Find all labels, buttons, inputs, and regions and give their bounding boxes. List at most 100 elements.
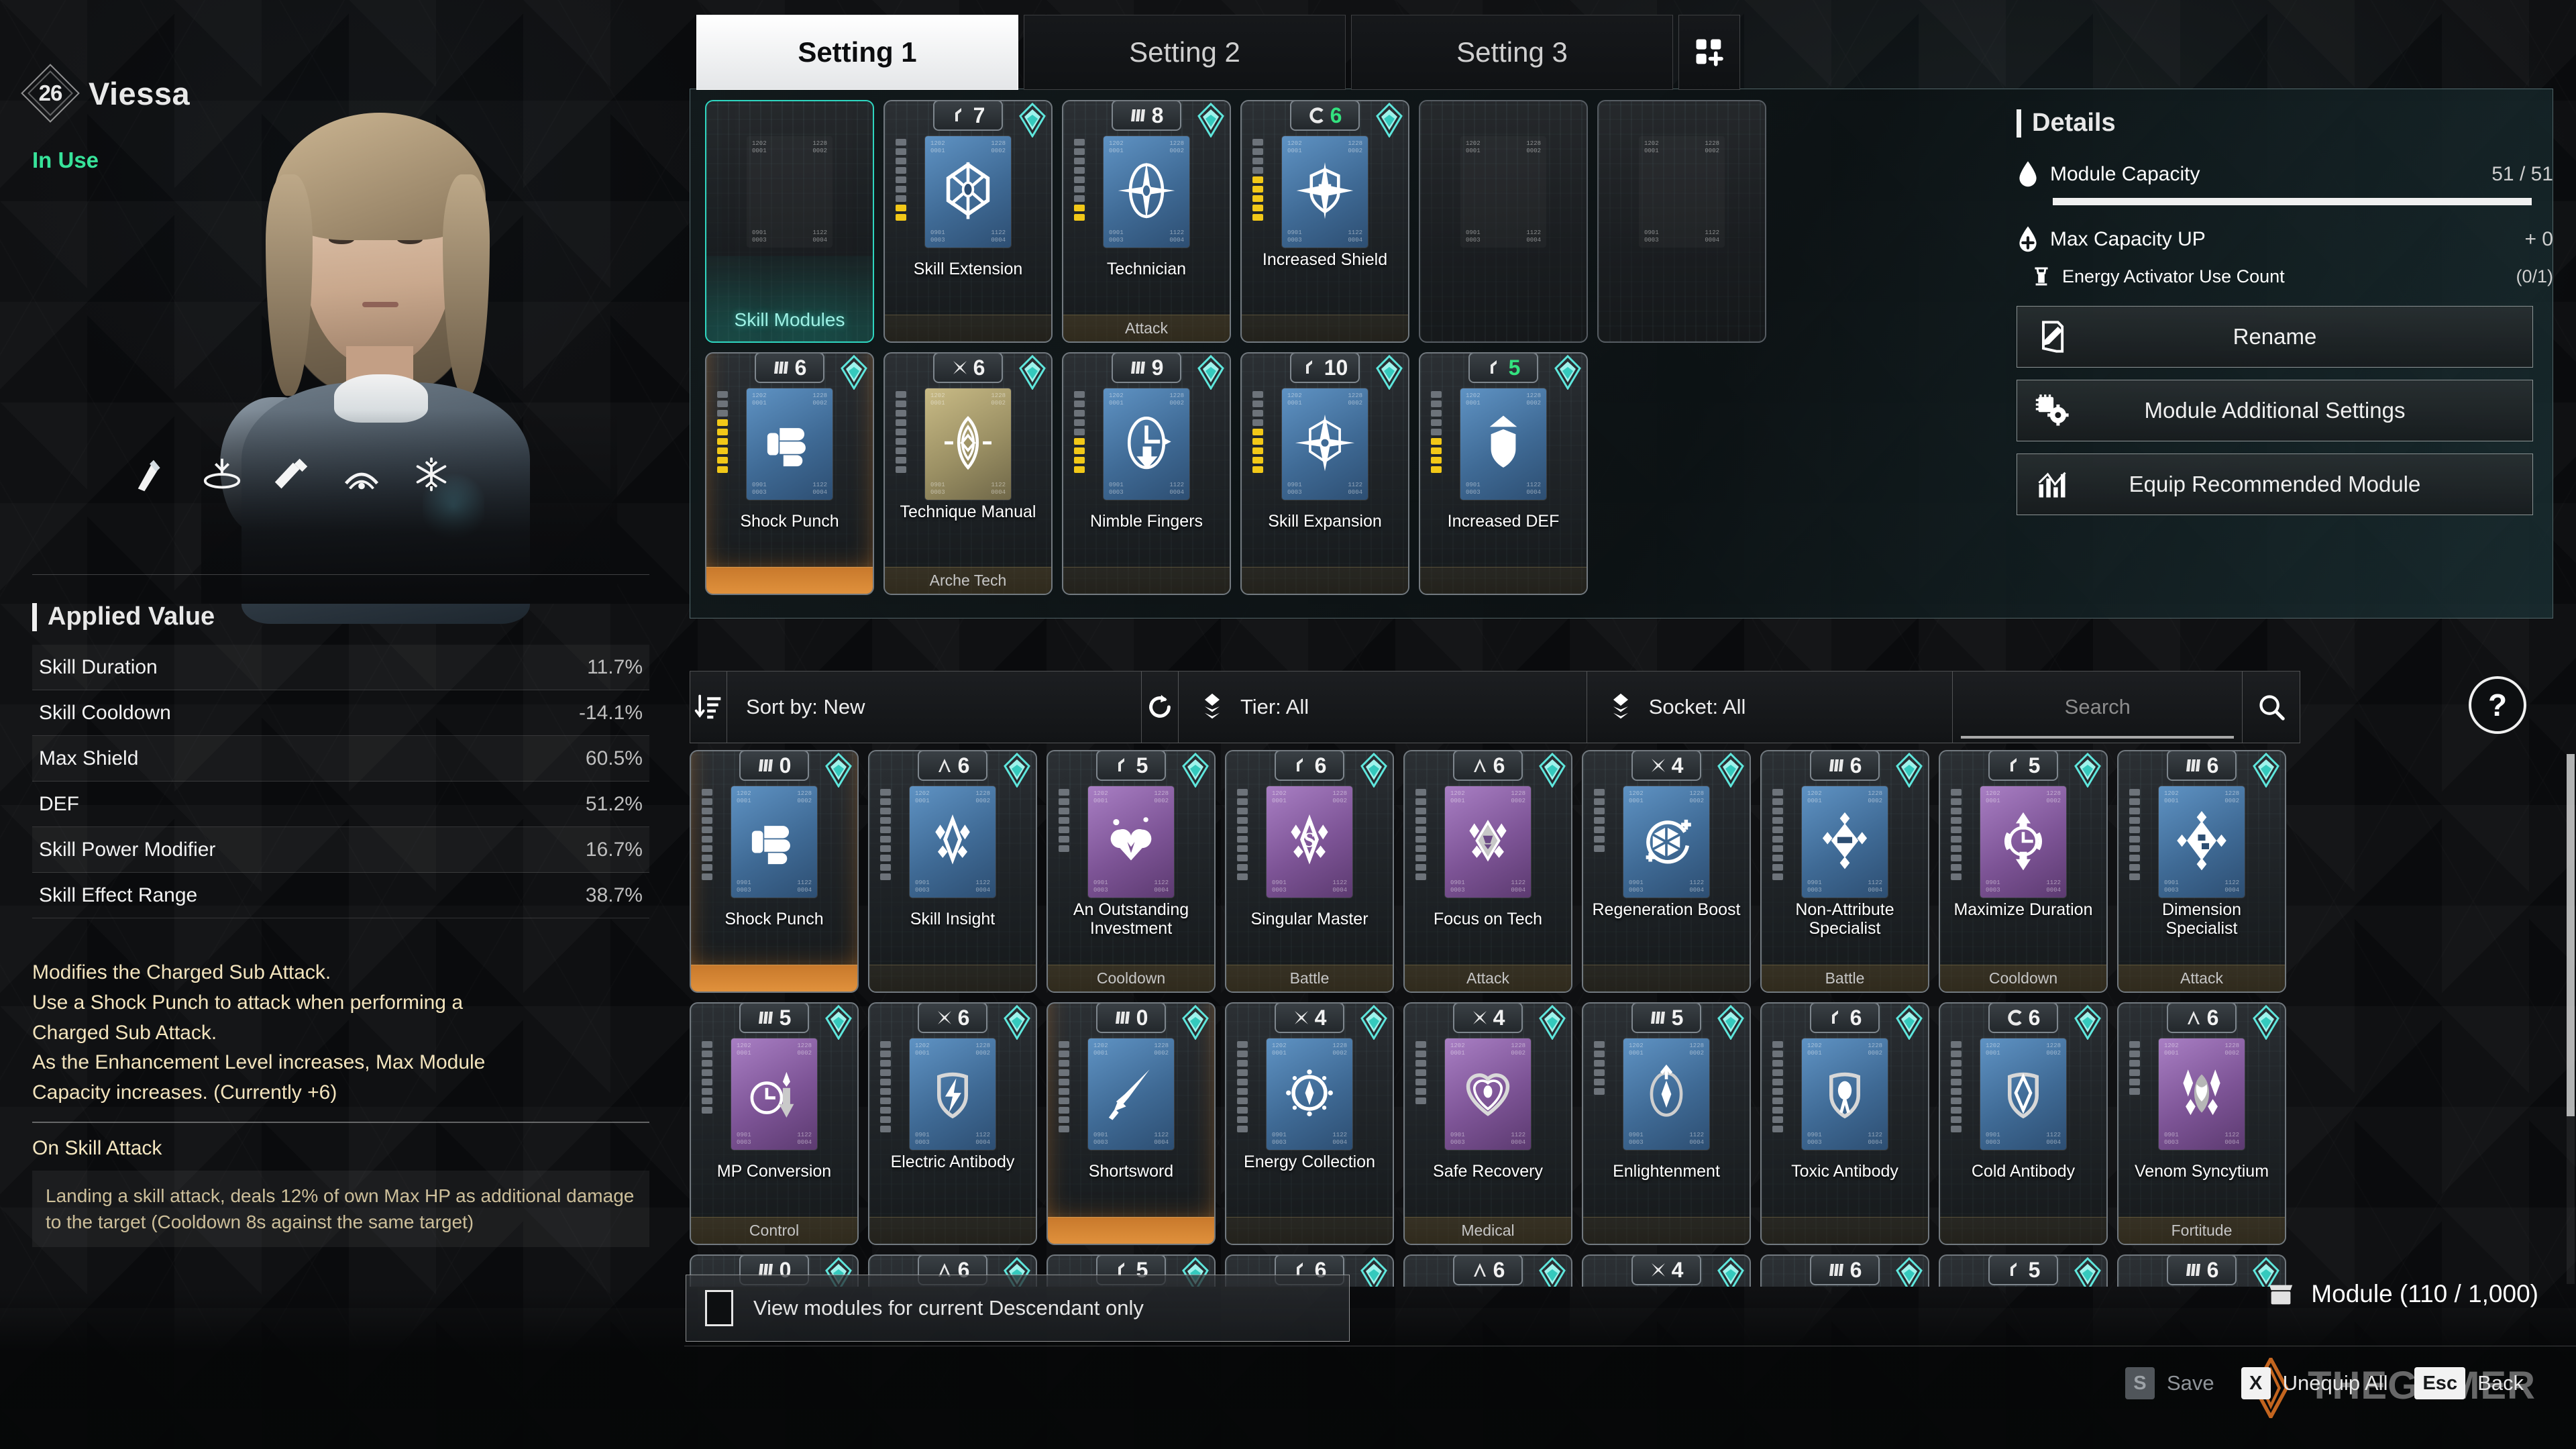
module-card[interactable]: 412021228000100020901112200030004Regener…	[1582, 750, 1751, 993]
capacity-pins	[2129, 1041, 2140, 1146]
module-card[interactable]: 6 1202 1228 0001 0002 0901 1122 0003 0004 Cold An…	[1939, 1002, 2108, 1245]
details-panel: Details Module Capacity 51 / 51 Max Capa…	[2017, 109, 2553, 515]
sort-icon-button[interactable]	[690, 671, 728, 743]
module-card[interactable]: 5 1202 1228 0001 0002 0901 1122 0003 0004 Increas…	[1419, 352, 1588, 595]
stat-value: -14.1%	[578, 701, 643, 724]
socket-type-xantic-icon	[1650, 1261, 1667, 1279]
stat-label: Skill Power Modifier	[39, 838, 216, 861]
socket-type-cerulean-icon	[773, 359, 790, 376]
rename-button[interactable]: Rename	[2017, 306, 2533, 368]
module-description: Modifies the Charged Sub Attack. Use a S…	[32, 959, 649, 1248]
module-card[interactable]: 512021228000100020901112200030004Maximiz…	[1939, 1254, 2108, 1287]
module-card[interactable]: 612021228000100020901112200030004Focus o…	[1403, 1254, 1572, 1287]
module-chip: 1202 1228 0001 0002 0901 1122 0003 0004	[1267, 1038, 1352, 1150]
applied-value-title: Applied Value	[32, 602, 649, 631]
module-card[interactable]: 6 S12021228000100020901112200030004 Singul…	[1225, 750, 1394, 993]
module-capacity-badge: 10	[1290, 354, 1360, 383]
module-category	[885, 315, 1051, 341]
socket-type-xantic-icon	[1293, 1009, 1310, 1026]
tier-filter-dropdown[interactable]: Tier: All	[1177, 671, 1587, 743]
module-card[interactable]: 6 1202 1228 0001 0002 0901 1122 0003 0004 Shock P…	[705, 352, 874, 595]
desc-line: Use a Shock Punch to attack when perform…	[32, 991, 464, 1014]
help-button[interactable]: ?	[2469, 676, 2526, 734]
cold-antibody-icon	[2008, 1072, 2039, 1119]
search-input[interactable]: Search	[1952, 671, 2243, 743]
checkbox-icon[interactable]	[705, 1290, 733, 1326]
tier-icon	[1204, 693, 1220, 719]
module-chip: 1202 1228 0001 0002 0901 1122 0003 0004	[1445, 786, 1531, 898]
module-cost: 6	[957, 1006, 970, 1030]
add-preset-button[interactable]	[1678, 15, 1740, 90]
module-card[interactable]: 4 1202 1228 0001 0002 0901 1122 0003 0004 Safe Re…	[1403, 1002, 1572, 1245]
module-cost: 8	[1151, 103, 1164, 127]
tier-diamond-icon	[1197, 102, 1224, 138]
module-card[interactable]: 412021228000100020901112200030004Regener…	[1582, 1254, 1751, 1287]
tier-diamond-icon	[1360, 1004, 1387, 1040]
tier-diamond-icon	[1376, 102, 1403, 138]
key-hints: S Save X Unequip All Esc Back	[2125, 1367, 2538, 1399]
module-card[interactable]: 6 1202 1228 0001 0002 0901 1122 0003 0004 Electri…	[868, 1002, 1037, 1245]
module-capacity-badge: 6	[2167, 751, 2237, 781]
energy-activator-value: (0/1)	[2516, 266, 2553, 286]
module-card[interactable]: 8 1202 1228 0001 0002 0901 1122 0003 0004 Technic…	[1062, 100, 1231, 343]
sort-by-dropdown[interactable]: Sort by: New	[727, 671, 1142, 743]
inventory-scrollbar[interactable]	[2567, 754, 2575, 1284]
tab-setting-3[interactable]: Setting 3	[1351, 15, 1673, 90]
module-capacity-badge: 4	[1631, 1256, 1701, 1285]
skill-module-slot[interactable]: 1202 1228 0001 0002 0901 1122 0003 0004 Skill Mo…	[705, 100, 874, 343]
module-card[interactable]: 6 12021228000100020901112200030004 Skill I…	[868, 750, 1037, 993]
module-card[interactable]: 612021228000100020901112200030004Focus o…	[1403, 750, 1572, 993]
module-category	[1048, 1217, 1214, 1244]
equip-recommended-module-button[interactable]: Equip Recommended Module	[2017, 453, 2533, 515]
module-capacity-badge: 6	[1453, 1256, 1523, 1285]
module-card[interactable]: 6 1202 1228 0001 0002 0901 1122 0003 0004 Toxic A…	[1760, 1002, 1929, 1245]
key-esc-label: Back	[2477, 1371, 2524, 1395]
module-card[interactable]: 9 1202 1228 0001 0002 0901 1122 0003 0004 Nimble …	[1062, 352, 1231, 595]
module-card[interactable]: 6 1202 1228 0001 0002 0901 1122 0003 0004 Venom S…	[2117, 1002, 2286, 1245]
module-name: Electric Antibody	[890, 1152, 1015, 1171]
tier-diamond-icon	[1896, 1004, 1923, 1040]
module-card[interactable]: 6 1202 1228 0001 0002 0901 1122 0003 0004 Techniq…	[883, 352, 1053, 595]
module-card[interactable]: 5 1202 1228 0001 0002 0901 1122 0003 0004 MP Conv…	[690, 1002, 859, 1245]
inventory-scroll-thumb[interactable]	[2567, 754, 2575, 1116]
increased-def-icon	[1489, 415, 1517, 468]
module-card[interactable]: 512021228000100020901112200030004Maximiz…	[1939, 750, 2108, 993]
tier-diamond-icon	[2253, 752, 2279, 788]
add-preset-icon	[1696, 39, 1723, 66]
non-attribute-icon	[1822, 812, 1868, 869]
module-chip: 1202 1228 0001 0002 0901 1122 0003 0004	[1282, 136, 1368, 248]
empty-module-slot[interactable]: 1202 1228 0001 0002 0901 1122 0003 0004	[1419, 100, 1588, 343]
module-card[interactable]: 612021228000100020901112200030004Non-Att…	[1760, 1254, 1929, 1287]
module-card[interactable]: 10 1202 1228 0001 0002 0901 1122 0003 0004 Skill …	[1240, 352, 1409, 595]
module-card[interactable]: 7 1202 1228 0001 0002 0901 1122 0003 0004 Skill E…	[883, 100, 1053, 343]
empty-module-slot[interactable]: 1202 1228 0001 0002 0901 1122 0003 0004	[1597, 100, 1766, 343]
view-current-descendant-toggle[interactable]: View modules for current Descendant only	[686, 1275, 1350, 1342]
tab-setting-2[interactable]: Setting 2	[1024, 15, 1346, 90]
module-card[interactable]: 4 1202 1228 0001 0002 0901 1122 0003 0004 Energy …	[1225, 1002, 1394, 1245]
module-card[interactable]: 612021228000100020901112200030004Dimensi…	[2117, 1254, 2286, 1287]
module-category: Arche Tech	[885, 567, 1051, 594]
toxic-antibody-icon	[1829, 1072, 1860, 1119]
module-cost: 0	[779, 753, 792, 777]
tier-diamond-icon	[1896, 752, 1923, 788]
module-category	[1242, 315, 1408, 341]
search-button[interactable]	[2242, 671, 2301, 743]
reset-filters-button[interactable]	[1140, 671, 1179, 743]
socket-type-cerulean-icon	[1130, 359, 1147, 376]
module-card[interactable]: 612021228000100020901112200030004Non-Att…	[1760, 750, 1929, 993]
socket-type-cerulean-icon	[757, 757, 775, 774]
module-card[interactable]: 5 1202 1228 0001 0002 0901 1122 0003 0004 Enlight…	[1582, 1002, 1751, 1245]
chip-serial-numbers: 1202 1228 0001 0002 0901 1122 0003 0004	[1644, 140, 1719, 244]
module-card[interactable]: 6 1202 1228 0001 0002 0901 1122 0003 0004 Increas…	[1240, 100, 1409, 343]
socket-type-almandine-icon	[2006, 757, 2024, 774]
module-category	[869, 965, 1036, 991]
module-card[interactable]: 0 1202 1228 0001 0002 0901 1122 0003 0004 Shortsw…	[1046, 1002, 1216, 1245]
module-chip: 1202 1228 0001 0002 0901 1122 0003 0004	[1282, 388, 1368, 500]
module-card[interactable]: 5 12021228000100020901112200030004An Outs…	[1046, 750, 1216, 993]
box-icon	[2269, 1285, 2293, 1305]
module-additional-settings-button[interactable]: Module Additional Settings	[2017, 380, 2533, 441]
tab-setting-1[interactable]: Setting 1	[696, 15, 1018, 90]
socket-filter-dropdown[interactable]: Socket: All	[1586, 671, 1953, 743]
module-card[interactable]: 612021228000100020901112200030004Dimensi…	[2117, 750, 2286, 993]
module-card[interactable]: 0 12021228000100020901112200030004 Shock P…	[690, 750, 859, 993]
